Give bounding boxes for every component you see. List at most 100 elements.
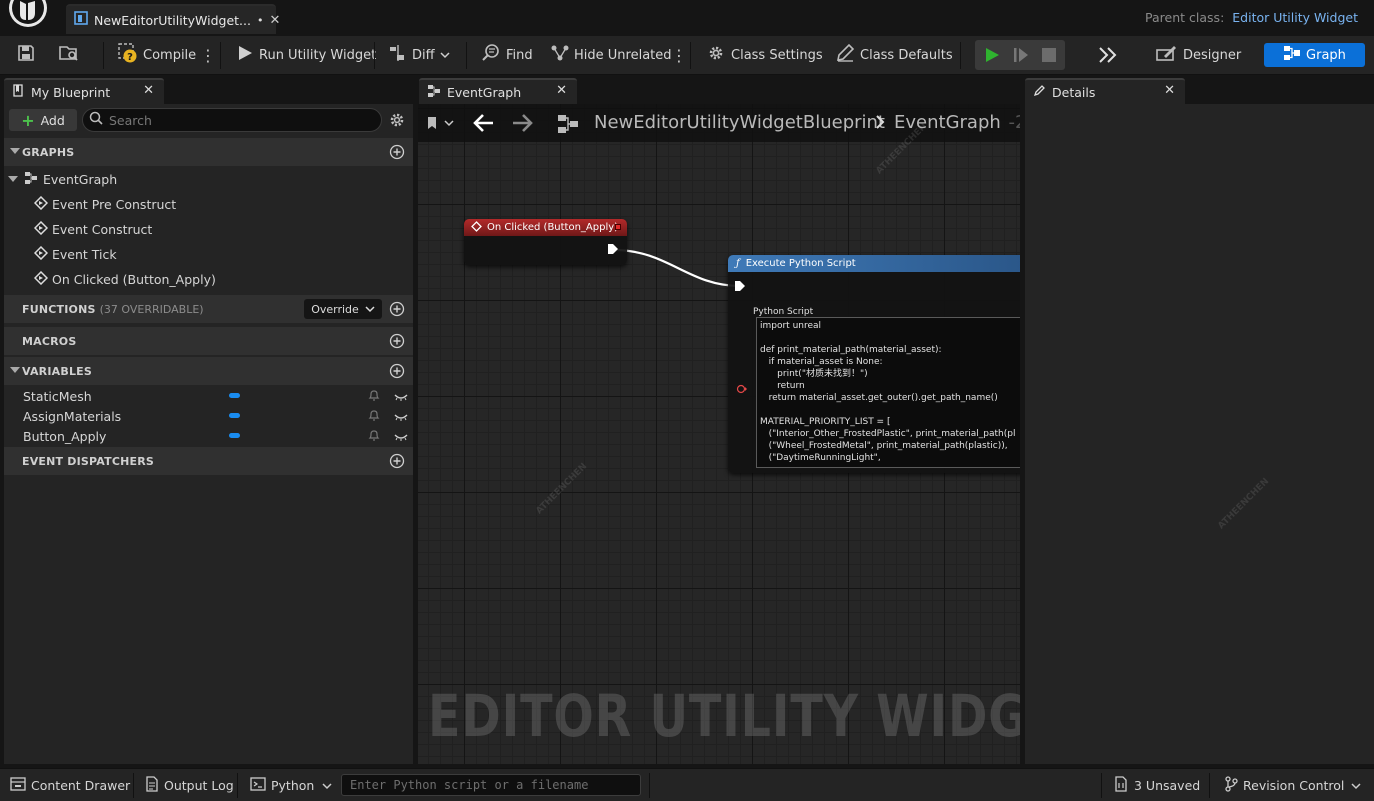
graph-mode-button[interactable]: Graph xyxy=(1264,43,1365,67)
breadcrumb-blueprint[interactable]: NewEditorUtilityWidgetBlueprint xyxy=(594,112,885,133)
variables-section-header[interactable]: VARIABLES xyxy=(4,357,413,385)
details-tabbar: Details ✕ xyxy=(1022,76,1374,104)
breadcrumb-current-label: EventGraph xyxy=(894,112,1001,133)
variable-row[interactable]: StaticMesh xyxy=(4,386,413,406)
dirty-marker: • xyxy=(256,13,264,27)
bell-icon[interactable] xyxy=(368,429,380,445)
simulate-play-icon[interactable] xyxy=(983,46,1001,68)
forward-arrow-icon[interactable] xyxy=(511,113,533,137)
branch-icon xyxy=(1224,775,1238,795)
run-utility-widget-button[interactable]: Run Utility Widget xyxy=(236,36,376,74)
unreal-logo-icon[interactable] xyxy=(6,0,50,30)
bell-icon[interactable] xyxy=(368,389,380,405)
exec-out-pin-icon[interactable] xyxy=(607,243,619,259)
gear-icon[interactable] xyxy=(388,111,406,133)
toolbar-separator xyxy=(374,42,375,69)
unsaved-button[interactable]: 3 Unsaved xyxy=(1114,769,1200,801)
class-defaults-button[interactable]: Class Defaults xyxy=(835,36,953,74)
graph-item-event-construct[interactable]: Event Construct xyxy=(33,217,152,241)
graphs-section-header[interactable]: GRAPHS xyxy=(4,138,413,166)
close-eventgraph-icon[interactable]: ✕ xyxy=(556,83,567,98)
content-drawer-icon xyxy=(10,776,26,794)
target-pin-icon[interactable] xyxy=(736,383,748,399)
graph-item-label: Event Pre Construct xyxy=(52,196,177,212)
add-graph-icon[interactable] xyxy=(389,144,405,164)
browse-button[interactable] xyxy=(58,36,80,74)
step-frame-icon[interactable] xyxy=(1012,46,1030,68)
revision-control-dropdown[interactable]: Revision Control xyxy=(1224,769,1361,801)
closed-eye-icon[interactable] xyxy=(394,430,408,445)
content-drawer-button[interactable]: Content Drawer xyxy=(10,769,130,801)
python-script-textbox[interactable]: import unreal def print_material_path(ma… xyxy=(756,317,1020,468)
graph-hierarchy-icon[interactable] xyxy=(556,113,580,139)
add-variable-icon[interactable] xyxy=(389,363,405,383)
add-dispatcher-icon[interactable] xyxy=(389,453,405,473)
output-log-button[interactable]: Output Log xyxy=(145,769,234,801)
hide-unrelated-options-icon[interactable]: ⋮ xyxy=(671,36,687,74)
class-settings-label: Class Settings xyxy=(731,47,823,63)
statusbar-separator xyxy=(237,773,238,798)
eventgraph-tab[interactable]: EventGraph ✕ xyxy=(419,78,577,104)
unsaved-label: 3 Unsaved xyxy=(1134,777,1201,793)
functions-section-header[interactable]: FUNCTIONS (37 OVERRIDABLE) Override xyxy=(4,295,413,323)
compile-options-icon[interactable]: ⋮ xyxy=(200,36,216,74)
close-my-blueprint-icon[interactable]: ✕ xyxy=(143,83,154,98)
search-box xyxy=(82,108,382,132)
close-details-icon[interactable]: ✕ xyxy=(1164,83,1175,98)
variable-row[interactable]: AssignMaterials xyxy=(4,406,413,426)
add-function-icon[interactable] xyxy=(389,301,405,321)
expand-triangle-icon[interactable] xyxy=(8,176,18,182)
stop-icon[interactable] xyxy=(1041,47,1057,67)
macros-section-header[interactable]: MACROS xyxy=(4,327,413,355)
class-settings-button[interactable]: Class Settings xyxy=(706,36,823,74)
event-dispatchers-section-header[interactable]: EVENT DISPATCHERS xyxy=(4,447,413,475)
chevron-right-icon xyxy=(874,114,886,134)
graph-item-event-pre-construct[interactable]: Event Pre Construct xyxy=(33,192,177,216)
class-defaults-label: Class Defaults xyxy=(860,47,953,63)
exec-in-pin-icon[interactable] xyxy=(734,280,746,296)
my-blueprint-tab[interactable]: My Blueprint ✕ xyxy=(4,78,164,104)
graph-item-on-clicked[interactable]: On Clicked (Button_Apply) xyxy=(33,267,216,291)
execute-python-script-node[interactable]: ƒ Execute Python Script Python Script im… xyxy=(728,255,1020,473)
diff-label: Diff xyxy=(412,47,435,63)
graph-item-event-tick[interactable]: Event Tick xyxy=(33,242,117,266)
back-arrow-icon[interactable] xyxy=(473,113,495,137)
search-input[interactable] xyxy=(109,112,359,128)
designer-mode-button[interactable]: Designer xyxy=(1155,36,1241,74)
my-blueprint-tab-label: My Blueprint xyxy=(31,84,111,100)
svg-text:?: ? xyxy=(127,52,133,63)
output-log-label: Output Log xyxy=(164,777,234,793)
find-button[interactable]: Find xyxy=(481,36,533,74)
collapse-triangle-icon xyxy=(10,367,20,373)
closed-eye-icon[interactable] xyxy=(394,410,408,425)
asset-editor-tab[interactable]: NewEditorUtilityWidget... • ✕ xyxy=(66,4,280,34)
parent-class-info: Parent class: Editor Utility Widget xyxy=(1145,10,1358,25)
compile-button[interactable]: ? Compile xyxy=(117,36,196,74)
variable-row[interactable]: Button_Apply xyxy=(4,426,413,446)
status-bar: Content Drawer Output Log Python 3 Unsav… xyxy=(0,768,1374,801)
graph-item-eventgraph[interactable]: EventGraph xyxy=(8,167,117,191)
variable-type-pill xyxy=(229,393,240,398)
add-button[interactable]: + Add xyxy=(9,109,77,131)
details-panel: ATHEENCHEN xyxy=(1025,104,1374,764)
python-console-dropdown[interactable]: Python xyxy=(250,769,332,801)
expand-toolbar-icon[interactable] xyxy=(1098,36,1118,74)
closed-eye-icon[interactable] xyxy=(394,390,408,405)
parent-class-label: Parent class: xyxy=(1145,10,1225,25)
delegate-pin-icon[interactable] xyxy=(615,224,621,230)
variables-title: VARIABLES xyxy=(22,364,92,378)
chevron-down-icon xyxy=(365,303,375,316)
override-dropdown[interactable]: Override xyxy=(304,299,382,319)
on-clicked-event-node[interactable]: On Clicked (Button_Apply) xyxy=(464,219,627,265)
details-tab[interactable]: Details ✕ xyxy=(1025,78,1185,104)
diff-button[interactable]: Diff xyxy=(388,36,450,74)
add-macro-icon[interactable] xyxy=(389,333,405,353)
close-tab-icon[interactable]: ✕ xyxy=(269,13,280,28)
hide-unrelated-button[interactable]: Hide Unrelated xyxy=(550,36,672,74)
graph-canvas[interactable]: NewEditorUtilityWidgetBlueprint EventGra… xyxy=(418,104,1020,764)
bell-icon[interactable] xyxy=(368,409,380,425)
bookmark-icon[interactable] xyxy=(426,115,454,135)
parent-class-link[interactable]: Editor Utility Widget xyxy=(1232,10,1358,25)
python-command-input[interactable] xyxy=(342,775,640,795)
save-button[interactable] xyxy=(16,36,36,74)
